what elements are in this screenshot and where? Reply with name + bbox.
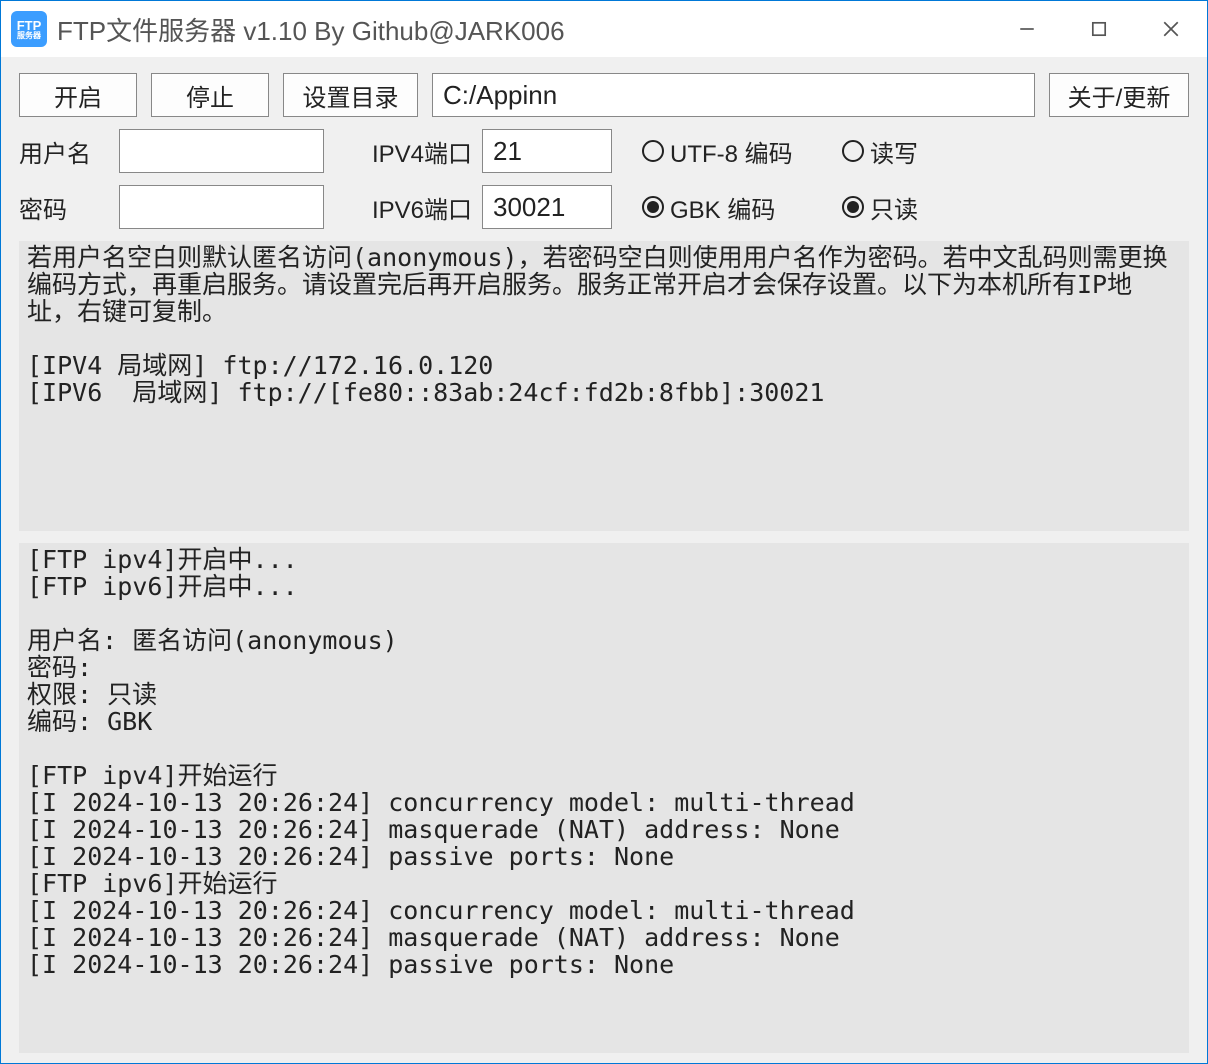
- password-input[interactable]: [119, 185, 324, 229]
- app-window: FTP 服务器 FTP文件服务器 v1.10 By Github@JARK006…: [0, 0, 1208, 1064]
- readwrite-radio-label: 读写: [870, 134, 918, 169]
- close-button[interactable]: [1135, 1, 1207, 57]
- radio-icon: [642, 196, 664, 218]
- maximize-button[interactable]: [1063, 1, 1135, 57]
- utf8-radio[interactable]: UTF-8 编码: [642, 134, 842, 169]
- ipv4-port-input[interactable]: [482, 129, 612, 173]
- about-button[interactable]: 关于/更新: [1049, 73, 1189, 117]
- app-icon-text2: 服务器: [17, 32, 41, 40]
- username-label: 用户名: [19, 134, 119, 169]
- readonly-radio[interactable]: 只读: [842, 190, 918, 225]
- readwrite-radio[interactable]: 读写: [842, 134, 918, 169]
- info-log[interactable]: 若用户名空白则默认匿名访问(anonymous)，若密码空白则使用用户名作为密码…: [19, 241, 1189, 531]
- window-controls: [991, 1, 1207, 57]
- directory-input[interactable]: [432, 73, 1035, 117]
- password-label: 密码: [19, 190, 119, 225]
- ipv4-port-label: IPV4端口: [354, 134, 482, 169]
- radio-icon: [842, 196, 864, 218]
- minimize-button[interactable]: [991, 1, 1063, 57]
- radio-icon: [642, 140, 664, 162]
- radio-icon: [842, 140, 864, 162]
- window-title: FTP文件服务器 v1.10 By Github@JARK006: [57, 11, 991, 48]
- titlebar[interactable]: FTP 服务器 FTP文件服务器 v1.10 By Github@JARK006: [1, 1, 1207, 57]
- settings-row-1: 用户名 IPV4端口 UTF-8 编码 读写: [19, 129, 1189, 173]
- settings-row-2: 密码 IPV6端口 GBK 编码 只读: [19, 185, 1189, 229]
- username-input[interactable]: [119, 129, 324, 173]
- start-button[interactable]: 开启: [19, 73, 137, 117]
- content-area: 开启 停止 设置目录 关于/更新 用户名 IPV4端口 UTF-8 编码 读写: [1, 57, 1207, 1063]
- app-icon-text1: FTP: [17, 19, 42, 32]
- app-icon: FTP 服务器: [11, 11, 47, 47]
- utf8-radio-label: UTF-8 编码: [670, 134, 793, 169]
- gbk-radio-label: GBK 编码: [670, 190, 775, 225]
- ipv6-port-input[interactable]: [482, 185, 612, 229]
- ipv6-port-label: IPV6端口: [354, 190, 482, 225]
- toolbar-row: 开启 停止 设置目录 关于/更新: [19, 73, 1189, 117]
- gbk-radio[interactable]: GBK 编码: [642, 190, 842, 225]
- runtime-log[interactable]: [FTP ipv4]开启中... [FTP ipv6]开启中... 用户名: 匿…: [19, 543, 1189, 1053]
- set-directory-button[interactable]: 设置目录: [283, 73, 418, 117]
- readonly-radio-label: 只读: [870, 190, 918, 225]
- stop-button[interactable]: 停止: [151, 73, 269, 117]
